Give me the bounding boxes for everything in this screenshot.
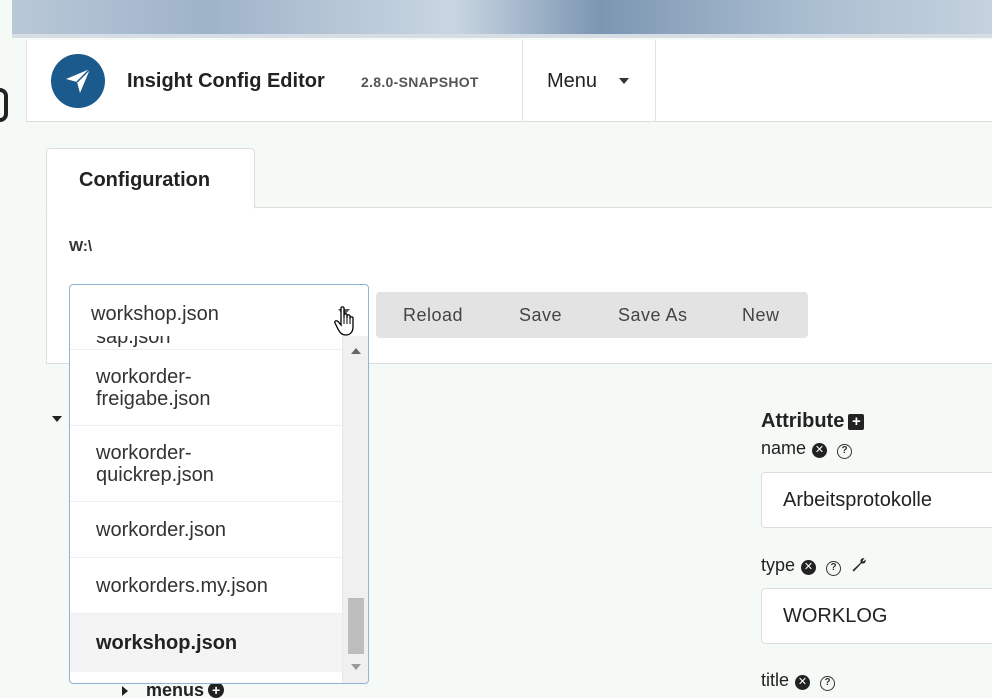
- file-dropdown-list[interactable]: sap.json workorder- freigabe.json workor…: [69, 336, 369, 684]
- list-item[interactable]: workorder.json: [70, 502, 344, 558]
- remove-circle-icon[interactable]: ✕: [801, 560, 817, 575]
- file-select[interactable]: workshop.json: [69, 284, 369, 344]
- field-label-name: name ✕?: [761, 438, 853, 459]
- wrench-icon[interactable]: [851, 557, 867, 573]
- option-label: workorder.json: [96, 519, 227, 541]
- label-text: name: [761, 438, 807, 458]
- option-label: sap.json: [96, 336, 171, 348]
- label-text: title: [761, 670, 790, 690]
- file-action-buttons: Reload Save Save As New: [376, 292, 808, 338]
- save-button[interactable]: Save: [519, 292, 562, 338]
- scrollbar[interactable]: [342, 336, 368, 683]
- browser-chrome-strip: [12, 0, 992, 38]
- tree-expand-icon[interactable]: [52, 416, 62, 422]
- list-item[interactable]: sap.json: [70, 336, 344, 350]
- attribute-title: Attribute: [761, 410, 845, 432]
- background-fragment: [0, 88, 8, 122]
- remove-circle-icon[interactable]: ✕: [795, 675, 811, 690]
- scrollbar-thumb[interactable]: [348, 598, 364, 654]
- type-field[interactable]: WORKLOG: [761, 588, 992, 644]
- list-item[interactable]: workorders.my.json: [70, 558, 344, 614]
- question-circle-icon[interactable]: ?: [837, 444, 853, 459]
- tab-label: Configuration: [79, 169, 211, 191]
- list-item[interactable]: workorder- freigabe.json: [70, 350, 344, 426]
- option-label: workshop.json: [96, 632, 238, 654]
- nav-divider: [655, 40, 656, 122]
- name-field[interactable]: Arbeitsprotokolle: [761, 472, 992, 528]
- paper-plane-icon[interactable]: [51, 54, 105, 108]
- remove-circle-icon[interactable]: ✕: [812, 443, 828, 458]
- hand-cursor-icon: [334, 306, 354, 336]
- menu-dropdown-button[interactable]: Menu: [523, 40, 655, 122]
- scroll-up-icon[interactable]: [351, 348, 361, 354]
- chevron-down-icon: [619, 78, 629, 84]
- app-title: Insight Config Editor: [127, 70, 325, 92]
- app-version: 2.8.0-SNAPSHOT: [361, 74, 479, 90]
- tab-configuration[interactable]: Configuration: [46, 148, 255, 209]
- label-text: type: [761, 555, 796, 575]
- config-path: W:\: [69, 238, 93, 255]
- navbar: Insight Config Editor 2.8.0-SNAPSHOT Men…: [26, 40, 992, 122]
- option-label: workorder- freigabe.json: [96, 366, 211, 410]
- plus-square-icon[interactable]: +: [848, 414, 865, 430]
- save-as-button[interactable]: Save As: [618, 292, 688, 338]
- list-item-selected[interactable]: workshop.json: [70, 614, 344, 672]
- option-label: workorder- quickrep.json: [96, 442, 214, 486]
- question-circle-icon[interactable]: ?: [820, 676, 836, 691]
- list-item[interactable]: workorder- quickrep.json: [70, 426, 344, 502]
- scroll-down-icon[interactable]: [351, 664, 361, 670]
- field-label-type: type ✕?: [761, 555, 867, 576]
- option-label: workorders.my.json: [96, 575, 268, 597]
- field-label-title: title ✕?: [761, 670, 836, 691]
- question-circle-icon[interactable]: ?: [826, 561, 842, 576]
- chevron-right-icon[interactable]: [122, 686, 128, 697]
- reload-button[interactable]: Reload: [403, 292, 463, 338]
- attribute-heading: Attribute +: [761, 410, 865, 433]
- plus-circle-icon[interactable]: +: [208, 682, 225, 698]
- new-button[interactable]: New: [742, 292, 780, 338]
- file-select-value: workshop.json: [91, 303, 219, 325]
- menu-label: Menu: [547, 70, 598, 92]
